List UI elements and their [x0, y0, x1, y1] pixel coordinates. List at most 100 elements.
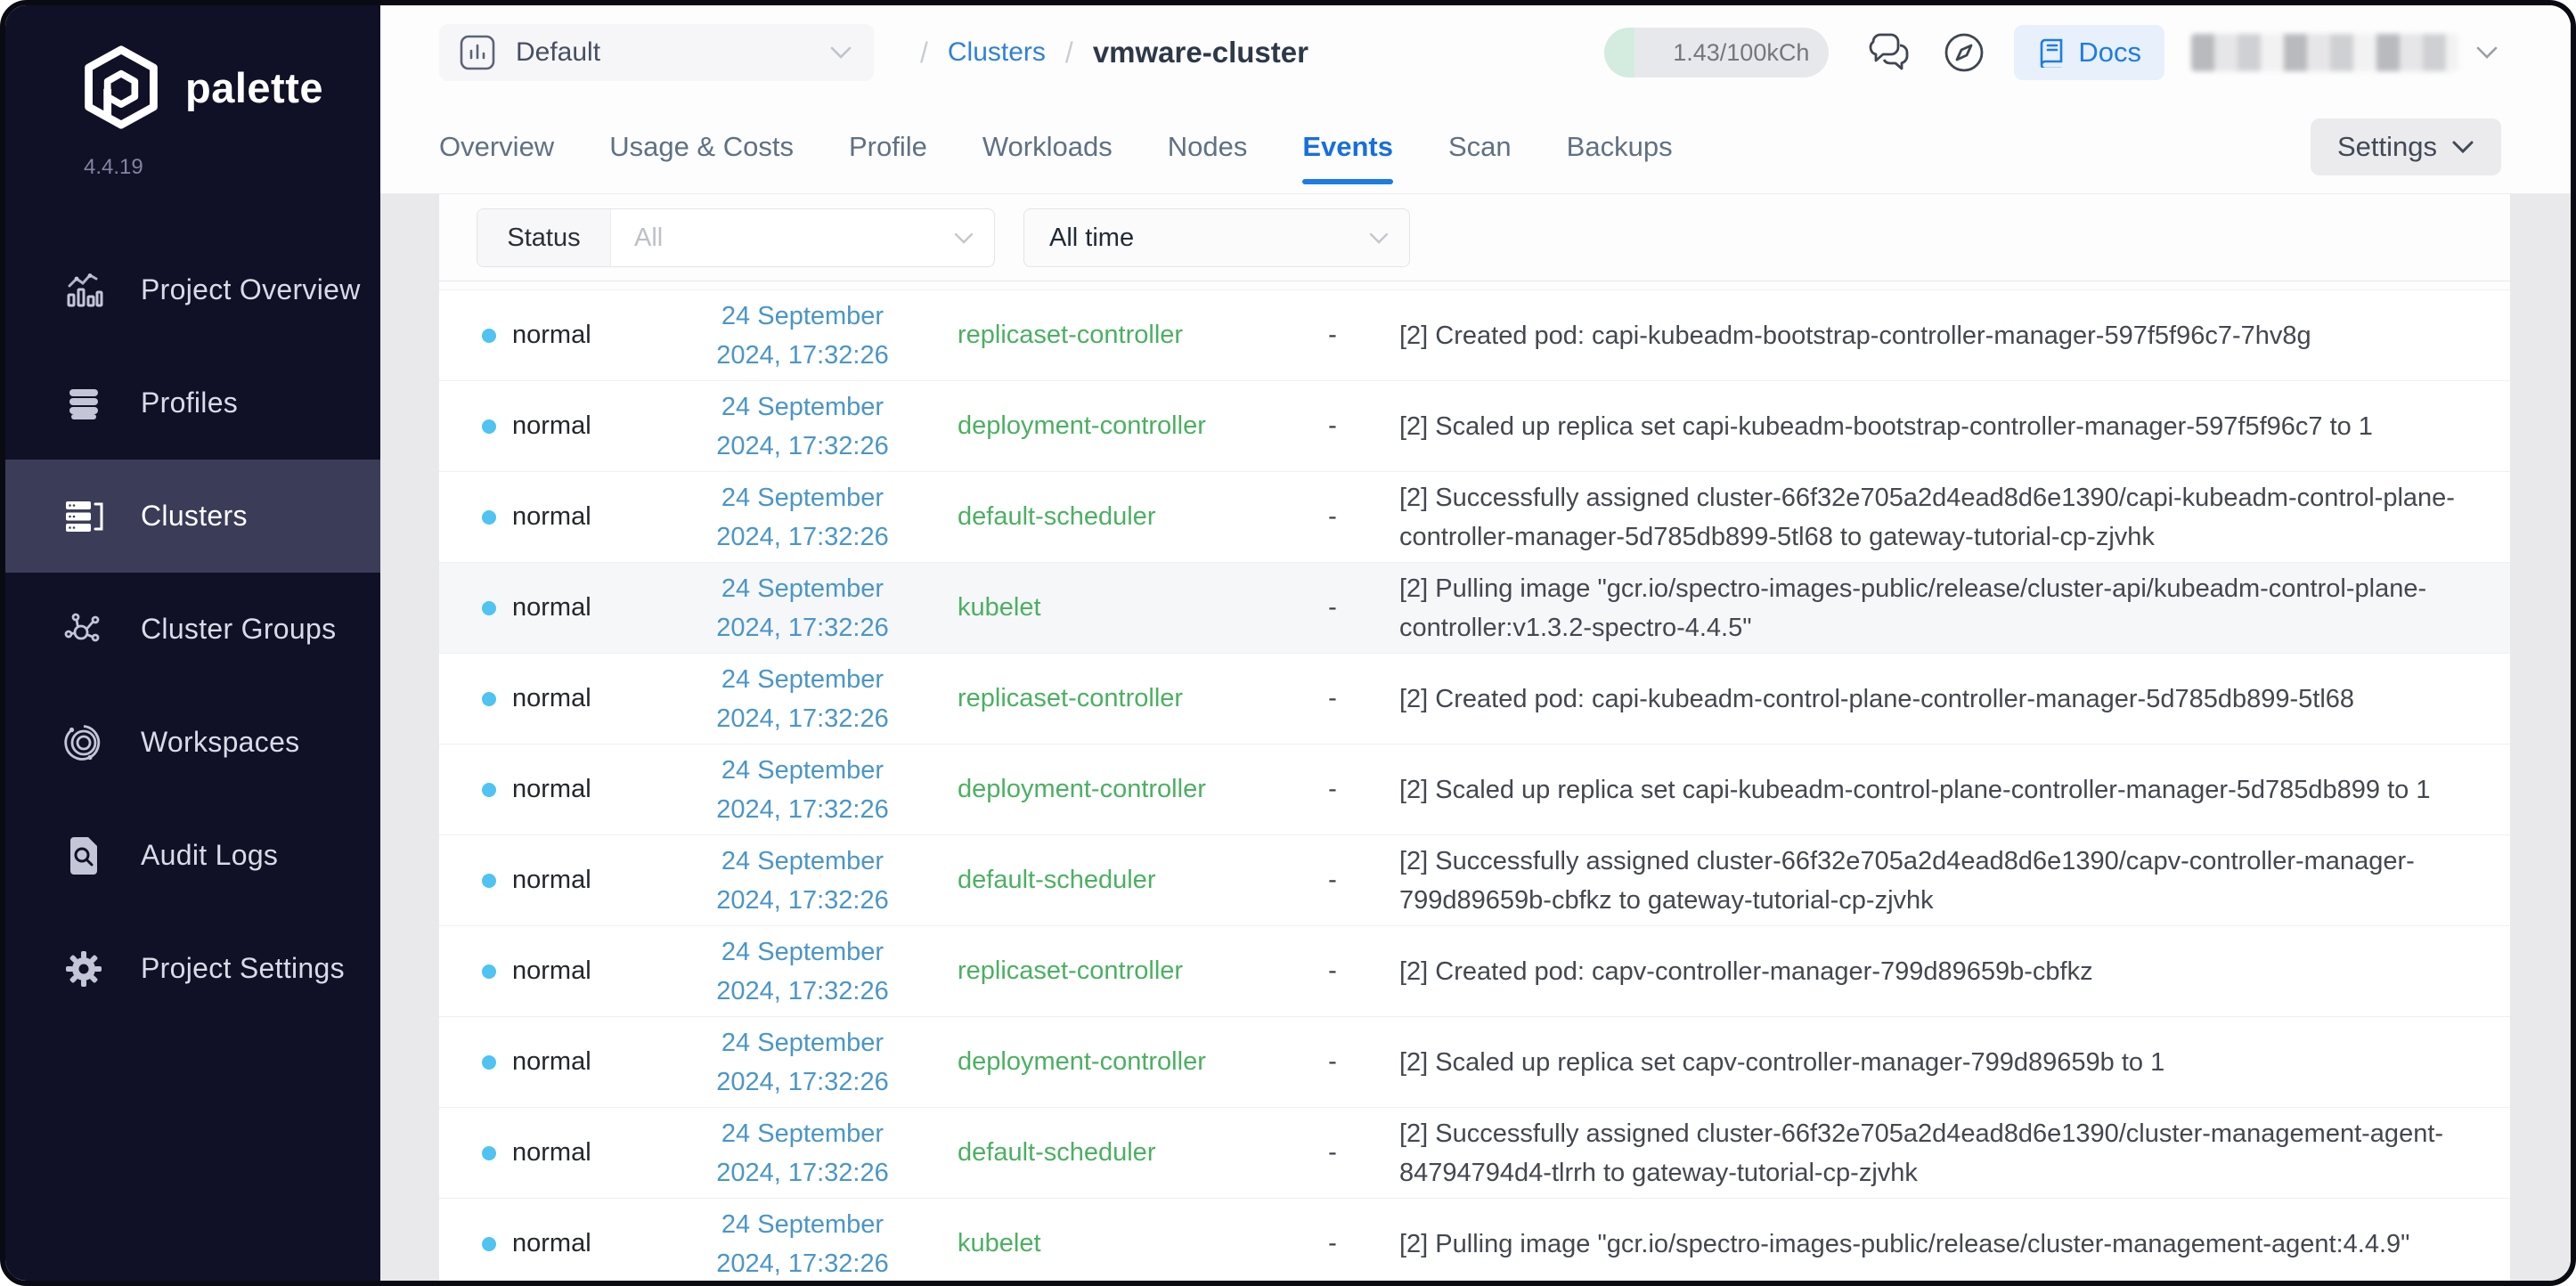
table-row[interactable]: normal 24 September 2024, 17:32:26 deplo…: [439, 745, 2510, 835]
status-value: normal: [512, 321, 591, 349]
table-row[interactable]: normal 24 September 2024, 17:32:26 deplo…: [439, 1017, 2510, 1108]
dash-cell: -: [1328, 956, 1337, 985]
date-line-2: 2024, 17:32:26: [716, 704, 889, 733]
date-line-1: 24 September: [721, 755, 884, 785]
gear-icon: [62, 948, 105, 990]
table-row[interactable]: normal 24 September 2024, 17:32:26 kubel…: [439, 563, 2510, 654]
breadcrumb-clusters-link[interactable]: Clusters: [948, 37, 1046, 68]
status-cell: normal: [482, 593, 660, 623]
events-content: Status All All time normal 24 September …: [380, 194, 2571, 1281]
status-dot-icon: [482, 328, 496, 343]
sidebar-item-audit-logs[interactable]: Audit Logs: [5, 799, 380, 912]
settings-button[interactable]: Settings: [2310, 118, 2501, 175]
status-cell: normal: [482, 775, 660, 804]
network-nodes-icon: [62, 608, 105, 651]
status-dot-icon: [482, 964, 496, 979]
feedback-chat-button[interactable]: [1866, 28, 1916, 77]
table-row[interactable]: normal 24 September 2024, 17:32:26 defau…: [439, 1108, 2510, 1199]
status-dot-icon: [482, 1054, 496, 1070]
user-menu[interactable]: [2191, 34, 2499, 71]
sidebar-item-label: Clusters: [141, 500, 248, 532]
tab-label: Nodes: [1167, 130, 1248, 162]
tab-label: Backups: [1566, 130, 1673, 162]
time-filter-value: All time: [1049, 223, 1135, 252]
tab-workloads[interactable]: Workloads: [982, 100, 1113, 193]
status-cell: normal: [482, 684, 660, 713]
tab-label: Usage & Costs: [609, 130, 794, 162]
tab-scan[interactable]: Scan: [1448, 100, 1512, 193]
chevron-down-icon: [2474, 45, 2499, 61]
dash-cell: -: [1328, 1047, 1337, 1076]
status-dot-icon: [482, 509, 496, 525]
status-cell: normal: [482, 502, 660, 532]
message-cell: [2] Scaled up replica set capi-kubeadm-c…: [1399, 775, 2431, 804]
source-cell: default-scheduler: [958, 1138, 1156, 1167]
docs-button[interactable]: Docs: [2014, 25, 2164, 80]
status-dot-icon: [482, 782, 496, 797]
date-line-1: 24 September: [721, 664, 884, 694]
sidebar-item-cluster-groups[interactable]: Cluster Groups: [5, 573, 380, 686]
date-line-1: 24 September: [721, 483, 884, 512]
table-row[interactable]: normal 24 September 2024, 17:32:26 repli…: [439, 926, 2510, 1017]
sidebar-item-clusters[interactable]: Clusters: [5, 460, 380, 573]
date-cell: 24 September 2024, 17:32:26: [660, 387, 945, 466]
date-line-1: 24 September: [721, 301, 884, 330]
sidebar-item-label: Project Settings: [141, 952, 345, 984]
tab-overview[interactable]: Overview: [439, 100, 554, 193]
breadcrumb-separator: /: [1064, 36, 1073, 69]
project-chart-icon: [460, 35, 495, 70]
status-dot-icon: [482, 1145, 496, 1160]
sidebar-item-label: Project Overview: [141, 273, 361, 305]
main-area: Default / Clusters / vmware-cluster 1.43…: [380, 5, 2571, 1281]
message-cell: [2] Created pod: capi-kubeadm-bootstrap-…: [1399, 321, 2311, 350]
sidebar-item-profiles[interactable]: Profiles: [5, 346, 380, 460]
tab-usage-costs[interactable]: Usage & Costs: [609, 100, 794, 193]
status-value: normal: [512, 866, 591, 894]
orbit-icon: [62, 721, 105, 764]
chevron-down-icon: [2452, 141, 2474, 153]
breadcrumb: / Clusters / vmware-cluster: [920, 36, 1308, 69]
status-cell: normal: [482, 1138, 660, 1168]
sidebar-item-label: Workspaces: [141, 726, 300, 758]
sidebar-item-workspaces[interactable]: Workspaces: [5, 686, 380, 799]
status-dot-icon: [482, 1236, 496, 1251]
book-icon: [2041, 38, 2063, 68]
sidebar: palette 4.4.19 Project Overview Profiles…: [5, 5, 380, 1281]
dash-cell: -: [1328, 593, 1337, 622]
tab-nodes[interactable]: Nodes: [1168, 100, 1248, 193]
source-cell: replicaset-controller: [958, 956, 1184, 985]
source-cell: kubelet: [958, 1229, 1041, 1258]
date-cell: 24 September 2024, 17:32:26: [660, 932, 945, 1011]
sidebar-item-label: Cluster Groups: [141, 613, 337, 645]
table-row[interactable]: normal 24 September 2024, 17:32:26 defau…: [439, 835, 2510, 926]
tab-events[interactable]: Events: [1302, 100, 1393, 193]
tab-label: Workloads: [982, 130, 1113, 162]
date-line-2: 2024, 17:32:26: [716, 1158, 889, 1187]
tab-label: Scan: [1448, 130, 1512, 162]
cluster-tabs-bar: Overview Usage & Costs Profile Workloads Nod…: [380, 100, 2571, 194]
table-row[interactable]: normal 24 September 2024, 17:32:26 deplo…: [439, 381, 2510, 472]
table-row[interactable]: normal 24 September 2024, 17:32:26 repli…: [439, 654, 2510, 745]
dash-cell: -: [1328, 411, 1337, 440]
project-selector[interactable]: Default: [439, 24, 874, 81]
explore-button[interactable]: [1939, 28, 1989, 77]
table-row[interactable]: normal 24 September 2024, 17:32:26 defau…: [439, 472, 2510, 563]
dash-cell: -: [1328, 502, 1337, 531]
status-filter-select[interactable]: Status All: [477, 208, 995, 267]
dash-cell: -: [1328, 1229, 1337, 1258]
top-bar: Default / Clusters / vmware-cluster 1.43…: [380, 5, 2571, 100]
date-cell: 24 September 2024, 17:32:26: [660, 1114, 945, 1192]
date-line-2: 2024, 17:32:26: [716, 976, 889, 1005]
table-row[interactable]: normal 24 September 2024, 17:32:26 repli…: [439, 290, 2510, 381]
time-filter-select[interactable]: All time: [1023, 208, 1410, 267]
table-row[interactable]: normal 24 September 2024, 17:32:26 kubel…: [439, 1199, 2510, 1281]
tab-backups[interactable]: Backups: [1567, 100, 1673, 193]
status-cell: normal: [482, 321, 660, 350]
sidebar-item-project-overview[interactable]: Project Overview: [5, 233, 380, 346]
status-value: normal: [512, 775, 591, 803]
date-line-2: 2024, 17:32:26: [716, 794, 889, 824]
sidebar-item-project-settings[interactable]: Project Settings: [5, 912, 380, 1025]
status-cell: normal: [482, 411, 660, 441]
tab-profile[interactable]: Profile: [849, 100, 927, 193]
sidebar-item-label: Audit Logs: [141, 839, 279, 871]
